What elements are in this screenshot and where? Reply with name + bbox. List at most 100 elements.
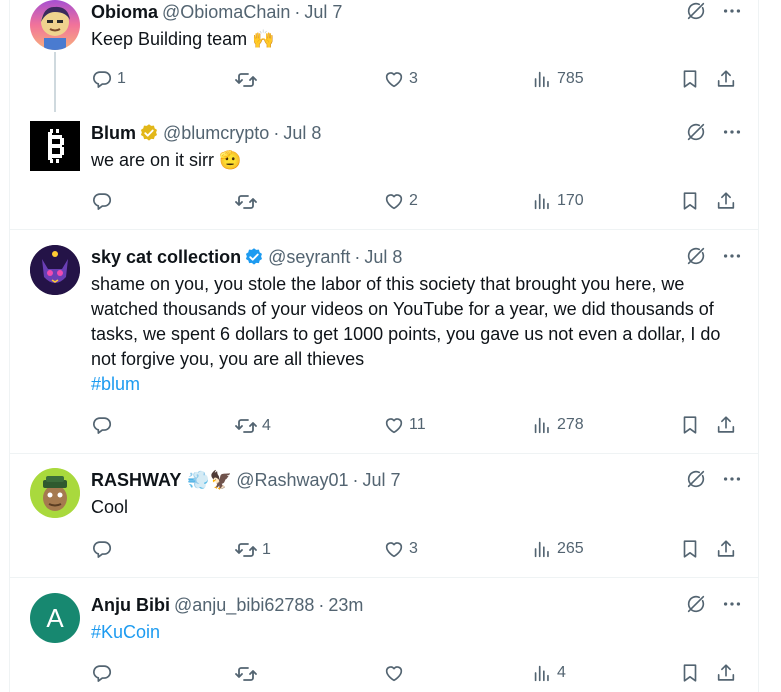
- thread-line: [54, 52, 56, 112]
- timestamp[interactable]: Jul 7: [363, 468, 401, 492]
- reply-button[interactable]: [91, 414, 117, 436]
- tweet-sky-cat-collection[interactable]: sky cat collection @seyranft · Jul 8 sha…: [10, 230, 759, 454]
- reply-button[interactable]: 1: [91, 68, 126, 90]
- avatar[interactable]: [30, 0, 80, 50]
- reply-icon: [91, 662, 113, 684]
- tweet-rashway[interactable]: RASHWAY 💨🦅 @Rashway01 · Jul 7 Cool 1 3 2…: [10, 454, 759, 578]
- user-handle[interactable]: @anju_bibi62788: [174, 593, 314, 617]
- share-button[interactable]: [715, 662, 737, 684]
- share-button[interactable]: [715, 414, 737, 436]
- user-handle[interactable]: @blumcrypto: [163, 121, 269, 145]
- retweet-button[interactable]: [234, 662, 262, 686]
- name-emoji: 💨🦅: [187, 470, 233, 490]
- like-count: 2: [409, 192, 418, 209]
- reply-button[interactable]: [91, 190, 117, 212]
- more-icon[interactable]: [721, 121, 743, 143]
- like-button[interactable]: 3: [383, 538, 418, 560]
- more-icon[interactable]: [721, 245, 743, 267]
- verified-badge-icon[interactable]: [244, 247, 264, 267]
- display-name[interactable]: Anju Bibi: [91, 593, 170, 617]
- verified-badge-icon[interactable]: [139, 123, 159, 143]
- separator-dot: ·: [294, 2, 301, 22]
- avatar[interactable]: [30, 468, 80, 518]
- grok-icon[interactable]: [685, 593, 707, 615]
- views-count: 785: [557, 70, 584, 87]
- like-button[interactable]: 11: [383, 414, 426, 436]
- tweet-text: shame on you, you stole the labor of thi…: [91, 274, 721, 369]
- timestamp[interactable]: Jul 7: [304, 0, 342, 24]
- avatar[interactable]: A: [30, 593, 80, 643]
- tweet-anju-bibi[interactable]: A Anju Bibi @anju_bibi62788 · 23m #KuCoi…: [10, 578, 759, 692]
- timestamp[interactable]: 23m: [328, 593, 363, 617]
- like-icon: [383, 662, 405, 684]
- bookmark-button[interactable]: [679, 538, 701, 560]
- reply-icon: [91, 190, 113, 212]
- retweet-count: 4: [262, 417, 271, 434]
- like-button[interactable]: [383, 662, 409, 684]
- display-name[interactable]: RASHWAY: [91, 468, 181, 492]
- share-icon: [715, 538, 737, 560]
- views-icon: [531, 662, 553, 684]
- retweet-icon: [234, 68, 258, 92]
- retweet-button[interactable]: 4: [234, 414, 271, 438]
- retweet-button[interactable]: 1: [234, 538, 271, 562]
- retweet-button[interactable]: [234, 190, 262, 214]
- bookmark-icon: [679, 190, 701, 212]
- grok-icon[interactable]: [685, 245, 707, 267]
- timestamp[interactable]: Jul 8: [283, 121, 321, 145]
- retweet-button[interactable]: [234, 68, 262, 92]
- share-button[interactable]: [715, 190, 737, 212]
- grok-icon[interactable]: [685, 0, 707, 22]
- avatar[interactable]: [30, 245, 80, 295]
- grok-icon[interactable]: [685, 121, 707, 143]
- timestamp[interactable]: Jul 8: [364, 245, 402, 269]
- views-icon: [531, 190, 553, 212]
- retweet-icon: [234, 414, 258, 438]
- separator-dot: ·: [352, 470, 359, 490]
- share-icon: [715, 662, 737, 684]
- separator-dot: ·: [318, 595, 325, 615]
- like-count: 3: [409, 70, 418, 87]
- avatar-letter: A: [46, 602, 64, 633]
- share-button[interactable]: [715, 538, 737, 560]
- avatar[interactable]: [30, 121, 80, 171]
- display-name[interactable]: sky cat collection: [91, 245, 241, 269]
- user-handle[interactable]: @seyranft: [268, 245, 350, 269]
- bookmark-icon: [679, 414, 701, 436]
- bookmark-button[interactable]: [679, 190, 701, 212]
- like-icon: [383, 190, 405, 212]
- bookmark-icon: [679, 662, 701, 684]
- display-name[interactable]: Obioma: [91, 0, 158, 24]
- reply-button[interactable]: [91, 538, 117, 560]
- retweet-count: 1: [262, 541, 271, 558]
- views-button[interactable]: 278: [531, 414, 584, 436]
- bookmark-button[interactable]: [679, 68, 701, 90]
- separator-dot: ·: [354, 247, 361, 267]
- views-button[interactable]: 265: [531, 538, 584, 560]
- user-handle[interactable]: @Rashway01: [236, 468, 348, 492]
- retweet-icon: [234, 538, 258, 562]
- views-icon: [531, 68, 553, 90]
- bookmark-button[interactable]: [679, 662, 701, 684]
- like-button[interactable]: 3: [383, 68, 418, 90]
- views-count: 4: [557, 664, 566, 681]
- views-button[interactable]: 4: [531, 662, 566, 684]
- more-icon[interactable]: [721, 0, 743, 22]
- reply-icon: [91, 538, 113, 560]
- more-icon[interactable]: [721, 593, 743, 615]
- hashtag-link[interactable]: #blum: [91, 372, 743, 397]
- user-handle[interactable]: @ObiomaChain: [162, 0, 290, 24]
- views-button[interactable]: 785: [531, 68, 584, 90]
- grok-icon[interactable]: [685, 468, 707, 490]
- share-icon: [715, 68, 737, 90]
- views-button[interactable]: 170: [531, 190, 584, 212]
- tweet-blum[interactable]: Blum @blumcrypto · Jul 8 we are on it si…: [10, 108, 759, 230]
- bookmark-button[interactable]: [679, 414, 701, 436]
- like-button[interactable]: 2: [383, 190, 418, 212]
- hashtag-link[interactable]: #KuCoin: [91, 620, 743, 645]
- display-name[interactable]: Blum: [91, 121, 136, 145]
- share-button[interactable]: [715, 68, 737, 90]
- more-icon[interactable]: [721, 468, 743, 490]
- reply-button[interactable]: [91, 662, 117, 684]
- tweet-obioma[interactable]: Obioma @ObiomaChain · Jul 7 Keep Buildin…: [10, 0, 759, 112]
